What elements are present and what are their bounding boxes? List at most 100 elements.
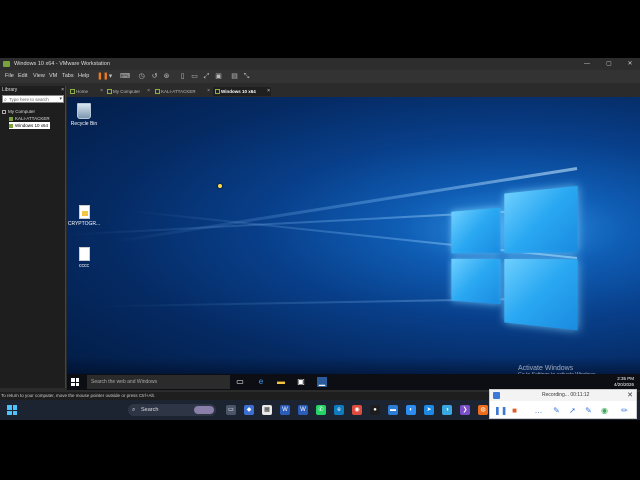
guest-start-button[interactable] (71, 378, 79, 386)
library-close-icon[interactable]: × (61, 86, 64, 94)
chevron-down-icon[interactable]: ▾ (59, 96, 62, 103)
app-icon[interactable]: ▁ (317, 377, 327, 387)
close-icon[interactable]: ✕ (627, 390, 633, 401)
windows-logo (451, 181, 581, 333)
app-icon[interactable]: ◑ (442, 405, 452, 415)
vmware-window: Windows 10 x64 - VMware Workstation — ▢ … (0, 58, 640, 400)
word-icon[interactable]: W (280, 405, 290, 415)
tab-label: KALI-ATTACKER (161, 89, 196, 94)
guest-search-input[interactable]: Search the web and Windows (87, 375, 230, 389)
close-icon[interactable]: × (100, 87, 103, 96)
pause-icon[interactable]: ❚❚ (97, 72, 106, 81)
webcam-icon[interactable]: ◉ (600, 406, 609, 415)
manage-snapshots-icon[interactable]: ⊛ (162, 72, 171, 81)
word-icon[interactable]: W (298, 405, 308, 415)
highlighter-icon[interactable]: ✎ (584, 406, 593, 415)
tree-item-windows10[interactable]: Windows 10 x64 (9, 122, 50, 129)
tab-label: Windows 10 x64 (221, 89, 256, 94)
menu-help[interactable]: Help (78, 70, 89, 83)
stop-icon[interactable]: ■ (510, 406, 519, 415)
task-view-icon[interactable]: ▭ (226, 405, 236, 415)
tree-item-label: KALI-ATTACKER (15, 116, 50, 121)
computer-icon (107, 89, 112, 94)
library-search-input[interactable]: ⌕ Type here to search ▾ (2, 95, 64, 103)
tab-kali-attacker[interactable]: KALI-ATTACKER × (153, 87, 211, 96)
zoom-icon[interactable]: ▬ (388, 405, 398, 415)
guest-date: 4/20/2026 (614, 382, 634, 387)
store-icon[interactable]: ▣ (296, 377, 306, 387)
pointer-icon[interactable]: ➚ (568, 406, 577, 415)
tab-label: Home (76, 89, 88, 94)
task-view-icon[interactable]: ▭ (235, 377, 245, 387)
telegram-icon[interactable]: ➤ (424, 405, 434, 415)
logo-pane (451, 259, 500, 304)
logo-pane (504, 186, 577, 253)
menu-edit[interactable]: Edit (18, 70, 27, 83)
vmware-app-icon (3, 61, 10, 67)
more-icon[interactable]: … (534, 406, 543, 415)
whatsapp-icon[interactable]: ✆ (316, 405, 326, 415)
tree-item-label: Windows 10 x64 (15, 123, 48, 128)
host-search-box[interactable]: ⌕ Search (128, 404, 216, 416)
menu-tabs[interactable]: Tabs (62, 70, 74, 83)
window-title: Windows 10 x64 - VMware Workstation (14, 61, 110, 67)
fullscreen-icon[interactable]: ⤢ (202, 72, 211, 81)
unity-icon[interactable]: ▣ (214, 72, 223, 81)
host-search-label: Search (141, 407, 158, 413)
dropdown-icon[interactable]: ▾ (106, 72, 115, 81)
tree-item-my-computer[interactable]: My Computer (2, 108, 50, 115)
snapshot-icon[interactable]: ◷ (137, 72, 146, 81)
app-icon[interactable]: ◐ (406, 405, 416, 415)
file-icon (79, 247, 90, 261)
edge-icon[interactable]: e (256, 377, 266, 387)
close-icon[interactable]: × (207, 87, 210, 96)
logo-pane (504, 259, 577, 330)
desktop-icon-cccc[interactable]: cccc (67, 247, 104, 269)
edge-icon[interactable]: e (334, 405, 344, 415)
guest-clock[interactable]: 2:35 PM 4/20/2026 (614, 376, 634, 388)
expand-icon[interactable] (2, 110, 6, 114)
view-icon[interactable]: ⤡ (242, 72, 251, 81)
close-icon[interactable]: × (147, 87, 150, 96)
file-explorer-icon[interactable]: ▬ (276, 377, 286, 387)
tab-my-computer[interactable]: My Computer × (105, 87, 151, 96)
library-toggle-icon[interactable]: ▯ (178, 72, 187, 81)
vscode-icon[interactable]: ❯ (460, 405, 470, 415)
tree-item-label: My Computer (8, 109, 35, 114)
revert-icon[interactable]: ↺ (150, 72, 159, 81)
menu-file[interactable]: File (5, 70, 14, 83)
minimize-button[interactable]: — (578, 58, 596, 70)
tab-label: My Computer (113, 89, 140, 94)
menu-bar: File Edit View VM Tabs Help ❚❚ ▾ ⌨ ◷ ↺ ⊛… (0, 70, 640, 83)
menu-vm[interactable]: VM (49, 70, 57, 83)
menu-view[interactable]: View (33, 70, 45, 83)
desktop-icon-recycle-bin[interactable]: Recycle Bin (67, 103, 104, 127)
send-keys-icon[interactable]: ⌨ (120, 72, 129, 81)
thumbnail-icon[interactable]: ▭ (190, 72, 199, 81)
close-button[interactable]: ✕ (621, 58, 639, 70)
guest-desktop[interactable]: Recycle Bin CRYPTOGR... cccc Activate Wi… (67, 97, 640, 390)
tab-windows10[interactable]: Windows 10 x64 × (213, 87, 271, 96)
tree-item-kali[interactable]: KALI-ATTACKER (9, 115, 50, 122)
pause-icon[interactable]: ❚❚ (494, 406, 503, 415)
pen-icon[interactable]: ✎ (552, 406, 561, 415)
tab-home[interactable]: Home × (68, 87, 104, 96)
logo-pane (451, 208, 500, 254)
close-icon[interactable]: × (267, 87, 270, 96)
recording-label: Recording... 00:11:12 (542, 390, 589, 401)
desktop-icon-cryptogr[interactable]: CRYPTOGR... (67, 205, 104, 227)
search-icon: ⌕ (132, 404, 135, 416)
draw-icon[interactable]: ✏ (620, 406, 629, 415)
widgets-icon[interactable]: ◆ (244, 405, 254, 415)
app-icon[interactable]: ◍ (478, 405, 488, 415)
app-icon[interactable]: ● (370, 405, 380, 415)
recording-controls: ❚❚ ■ … ✎ ➚ ✎ ◉ ✏ (490, 403, 636, 418)
file-icon (79, 205, 90, 219)
recycle-bin-icon (77, 103, 91, 119)
console-icon[interactable]: ▤ (230, 72, 239, 81)
library-panel: Library × ⌕ Type here to search ▾ My Com… (0, 86, 66, 388)
app-icon[interactable]: ▦ (262, 405, 272, 415)
chrome-icon[interactable]: ◉ (352, 405, 362, 415)
maximize-button[interactable]: ▢ (600, 58, 618, 70)
host-start-button[interactable] (7, 405, 17, 415)
